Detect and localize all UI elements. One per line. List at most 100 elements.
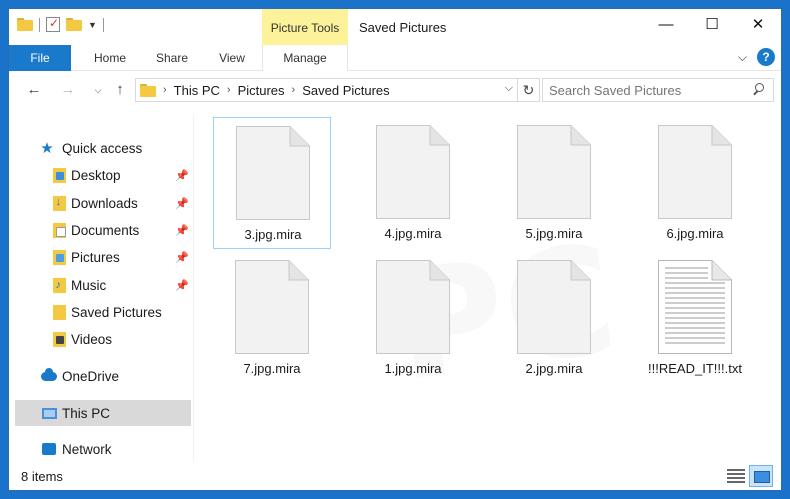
folder-icon bbox=[51, 304, 67, 320]
pin-icon: 📌 bbox=[175, 279, 189, 292]
file-name: 3.jpg.mira bbox=[244, 227, 302, 242]
minimize-button[interactable]: — bbox=[643, 9, 689, 39]
star-icon: ★ bbox=[40, 140, 54, 157]
toolbar-separator bbox=[102, 17, 104, 32]
sidebar-item-network[interactable]: Network bbox=[9, 436, 191, 462]
blank-file-icon bbox=[658, 125, 732, 219]
tab-share[interactable]: Share bbox=[147, 45, 197, 71]
toolbar-separator bbox=[39, 17, 40, 32]
file-name: 7.jpg.mira bbox=[243, 361, 301, 376]
file-tile[interactable]: !!!READ_IT!!!.txt bbox=[636, 252, 754, 384]
refresh-button[interactable]: ↻ bbox=[518, 78, 540, 102]
quick-access-toolbar: ▼ bbox=[17, 16, 104, 32]
tab-manage[interactable]: Manage bbox=[262, 45, 348, 71]
folder-icon bbox=[17, 18, 33, 31]
help-icon[interactable]: ? bbox=[757, 48, 775, 66]
file-name: !!!READ_IT!!!.txt bbox=[648, 361, 742, 376]
properties-icon[interactable] bbox=[46, 16, 60, 32]
sidebar-item-music[interactable]: Music 📌 bbox=[9, 272, 191, 298]
window-title: Saved Pictures bbox=[359, 20, 447, 35]
tab-view[interactable]: View bbox=[209, 45, 255, 71]
sidebar-item-label: Saved Pictures bbox=[71, 304, 162, 320]
up-button[interactable]: ↑ bbox=[109, 79, 131, 101]
file-tile[interactable]: 4.jpg.mira bbox=[354, 117, 472, 249]
tab-home[interactable]: Home bbox=[85, 45, 135, 71]
desktop-folder-icon bbox=[51, 167, 67, 183]
picture-tools-label: Picture Tools bbox=[262, 9, 348, 45]
back-button[interactable]: ← bbox=[23, 79, 45, 101]
search-input[interactable] bbox=[542, 78, 774, 102]
new-folder-icon[interactable] bbox=[66, 18, 82, 31]
breadcrumb-saved-pictures[interactable]: Saved Pictures bbox=[302, 83, 389, 98]
tab-file[interactable]: File bbox=[9, 45, 71, 71]
large-icons-view-icon[interactable] bbox=[749, 465, 773, 487]
sidebar-item-documents[interactable]: Documents 📌 bbox=[9, 217, 191, 243]
music-folder-icon bbox=[51, 277, 67, 293]
sidebar-item-videos[interactable]: Videos bbox=[9, 326, 191, 352]
sidebar-item-label: Videos bbox=[71, 331, 113, 347]
chevron-right-icon[interactable]: › bbox=[163, 84, 167, 96]
file-tile[interactable]: 5.jpg.mira bbox=[495, 117, 613, 249]
sidebar-item-downloads[interactable]: Downloads 📌 bbox=[9, 190, 191, 216]
file-name: 4.jpg.mira bbox=[384, 226, 442, 241]
file-list: PC 3.jpg.mira 4.jpg.mira 5.jpg.mira 6.jp… bbox=[195, 109, 781, 461]
pin-icon: 📌 bbox=[175, 169, 189, 182]
item-count: 8 items bbox=[21, 469, 63, 484]
details-view-icon[interactable] bbox=[727, 467, 745, 485]
customize-toolbar-chevron-icon[interactable]: ▼ bbox=[88, 20, 97, 30]
sidebar-item-label: Network bbox=[62, 441, 112, 457]
close-button[interactable]: ✕ bbox=[735, 9, 781, 39]
sidebar-item-label: OneDrive bbox=[62, 368, 120, 384]
blank-file-icon bbox=[517, 125, 591, 219]
window-controls: — ☐ ✕ bbox=[643, 9, 781, 39]
breadcrumb-this-pc[interactable]: This PC bbox=[174, 83, 220, 98]
forward-button[interactable]: → bbox=[57, 79, 79, 101]
blank-file-icon bbox=[376, 125, 450, 219]
sidebar-item-label: Desktop bbox=[71, 167, 121, 183]
computer-icon bbox=[41, 405, 57, 421]
pin-icon: 📌 bbox=[175, 251, 189, 264]
maximize-button[interactable]: ☐ bbox=[689, 9, 735, 39]
file-name: 6.jpg.mira bbox=[666, 226, 724, 241]
sidebar-item-quick-access[interactable]: ★ Quick access bbox=[9, 135, 191, 161]
pin-icon: 📌 bbox=[175, 224, 189, 237]
sidebar-item-label: Quick access bbox=[62, 140, 143, 156]
pin-icon: 📌 bbox=[175, 197, 189, 210]
pane-divider[interactable] bbox=[193, 115, 194, 461]
chevron-right-icon[interactable]: › bbox=[227, 84, 231, 96]
address-dropdown-chevron-icon[interactable]: ⌵ bbox=[505, 82, 513, 95]
file-name: 2.jpg.mira bbox=[525, 361, 583, 376]
blank-file-icon bbox=[235, 260, 309, 354]
recent-locations-chevron-icon[interactable]: ⌵ bbox=[87, 79, 109, 101]
chevron-right-icon[interactable]: › bbox=[292, 84, 296, 96]
sidebar-item-desktop[interactable]: Desktop 📌 bbox=[9, 162, 191, 188]
sidebar-item-this-pc[interactable]: This PC bbox=[15, 400, 191, 426]
cloud-icon bbox=[41, 367, 57, 384]
file-tile[interactable]: 6.jpg.mira bbox=[636, 117, 754, 249]
file-tile[interactable]: 3.jpg.mira bbox=[213, 117, 331, 249]
address-bar[interactable]: › This PC › Pictures › Saved Pictures ⌵ bbox=[135, 78, 518, 102]
documents-folder-icon bbox=[51, 222, 67, 238]
sidebar-item-label: Music bbox=[71, 277, 107, 293]
sidebar-item-label: This PC bbox=[62, 405, 111, 421]
status-bar: 8 items bbox=[9, 461, 781, 490]
folder-icon bbox=[140, 83, 156, 97]
network-icon bbox=[41, 441, 57, 457]
file-tile[interactable]: 1.jpg.mira bbox=[354, 252, 472, 384]
breadcrumb-pictures[interactable]: Pictures bbox=[238, 83, 285, 98]
sidebar-item-label: Pictures bbox=[71, 249, 120, 265]
downloads-folder-icon bbox=[51, 195, 67, 211]
navigation-bar: ← → ⌵ ↑ › This PC › Pictures › Saved Pic… bbox=[9, 71, 781, 109]
ribbon-right-controls: ⌵ ? bbox=[738, 48, 775, 66]
navigation-pane: ★ Quick access Desktop 📌 Downloads 📌 Doc… bbox=[9, 115, 193, 461]
sidebar-item-label: Downloads bbox=[71, 195, 138, 211]
sidebar-item-onedrive[interactable]: OneDrive bbox=[9, 363, 191, 389]
file-name: 1.jpg.mira bbox=[384, 361, 442, 376]
expand-ribbon-chevron-icon[interactable]: ⌵ bbox=[738, 50, 747, 65]
explorer-window: ▼ Picture Tools Saved Pictures — ☐ ✕ Fil… bbox=[8, 8, 782, 491]
sidebar-item-saved-pictures[interactable]: Saved Pictures bbox=[9, 299, 191, 325]
sidebar-item-pictures[interactable]: Pictures 📌 bbox=[9, 244, 191, 270]
pictures-folder-icon bbox=[51, 249, 67, 265]
file-tile[interactable]: 7.jpg.mira bbox=[213, 252, 331, 384]
file-tile[interactable]: 2.jpg.mira bbox=[495, 252, 613, 384]
